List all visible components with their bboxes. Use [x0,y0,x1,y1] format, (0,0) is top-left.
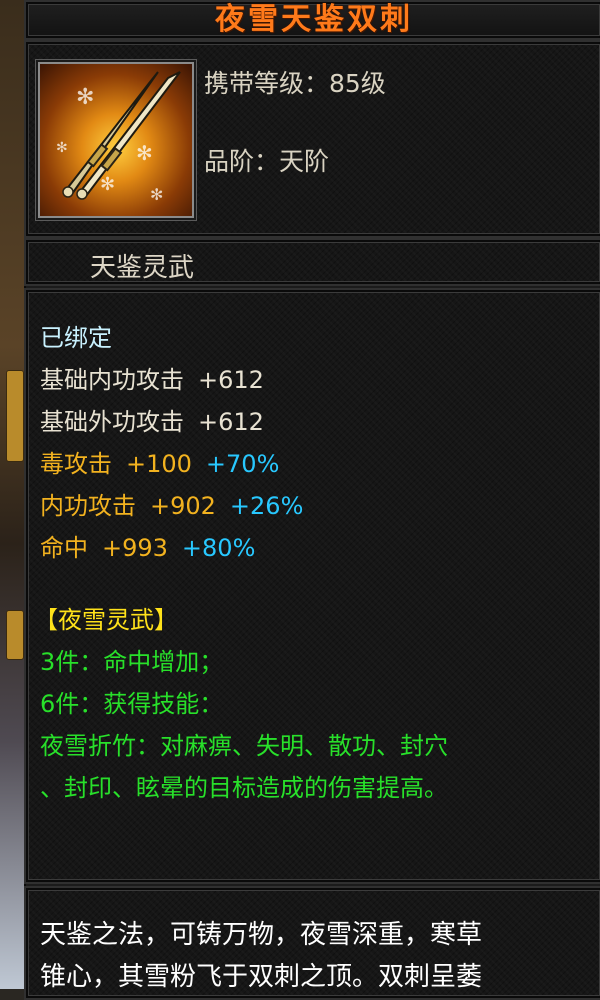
svg-text:✻: ✻ [56,140,68,156]
carry-level: 携带等级：85级 [204,69,386,98]
stat-value: +612 [198,408,264,436]
svg-text:✻: ✻ [76,85,94,110]
item-grade: 品阶：天阶 [204,147,330,176]
item-tooltip: 夜雪天鉴双刺 ✻ ✻ ✻ ✻ ✻ 携带等级：85级 品阶：天阶 天鉴灵武 已绑定… [0,0,600,1000]
stats-panel: 已绑定 基础内功攻击 +612 基础外功攻击 +612 毒攻击 +100 +70% 内功… [24,288,600,884]
description-line-1: 天鉴之法，可铸万物，夜雪深重，寒草 [40,920,483,950]
twin-daggers-icon: ✻ ✻ ✻ ✻ ✻ [38,62,194,218]
stat-bonus: +70% [205,450,280,478]
description-panel: 天鉴之法，可铸万物，夜雪深重，寒草 锥心，其雪粉飞于双刺之顶。双刺呈萎 [24,886,600,1000]
background-game-scene [0,0,26,989]
stat-poison-attack: 毒攻击 +100 +70% [40,444,279,479]
item-info-panel: ✻ ✻ ✻ ✻ ✻ 携带等级：85级 品阶：天阶 [24,40,600,238]
stat-base-outer-attack: 基础外功攻击 +612 [40,402,264,437]
item-description: 天鉴之法，可铸万物，夜雪深重，寒草 锥心，其雪粉飞于双刺之顶。双刺呈萎 [40,914,592,998]
scene-ornament [6,370,24,462]
item-name: 夜雪天鉴双刺 [215,2,413,37]
stat-label: 毒攻击 [40,450,112,478]
set-bonus-3: 3件：命中增加； [40,648,224,676]
stat-bonus: +80% [181,534,256,562]
stat-hit: 命中 +993 +80% [40,528,255,563]
title-bar: 夜雪天鉴双刺 [24,0,600,40]
stat-base-inner-attack: 基础内功攻击 +612 [40,360,264,395]
stat-label: 基础外功攻击 [40,408,184,436]
bound-status: 已绑定 [40,324,112,352]
svg-text:✻: ✻ [136,141,153,165]
stat-value: +902 [150,492,216,520]
description-line-2: 锥心，其雪粉飞于双刺之顶。双刺呈萎 [40,962,483,992]
set-bonus-6: 6件：获得技能： [40,690,224,718]
stat-value: +612 [198,366,264,394]
stat-inner-attack: 内功攻击 +902 +26% [40,486,303,521]
svg-text:✻: ✻ [150,185,163,204]
category-panel: 天鉴灵武 [24,238,600,286]
set-title: 【夜雪灵武】 [34,606,178,634]
stat-label: 命中 [40,534,88,562]
set-skill-line-2: 、封印、眩晕的目标造成的伤害提高。 [40,774,448,802]
stat-label: 内功攻击 [40,492,136,520]
svg-text:✻: ✻ [100,174,115,195]
scene-ornament [6,610,24,660]
set-skill-line-1: 夜雪折竹：对麻痹、失明、散功、封穴 [40,732,448,760]
stat-value: +993 [102,534,168,562]
item-category: 天鉴灵武 [90,253,195,283]
stat-label: 基础内功攻击 [40,366,184,394]
stat-bonus: +26% [229,492,304,520]
stat-value: +100 [126,450,192,478]
